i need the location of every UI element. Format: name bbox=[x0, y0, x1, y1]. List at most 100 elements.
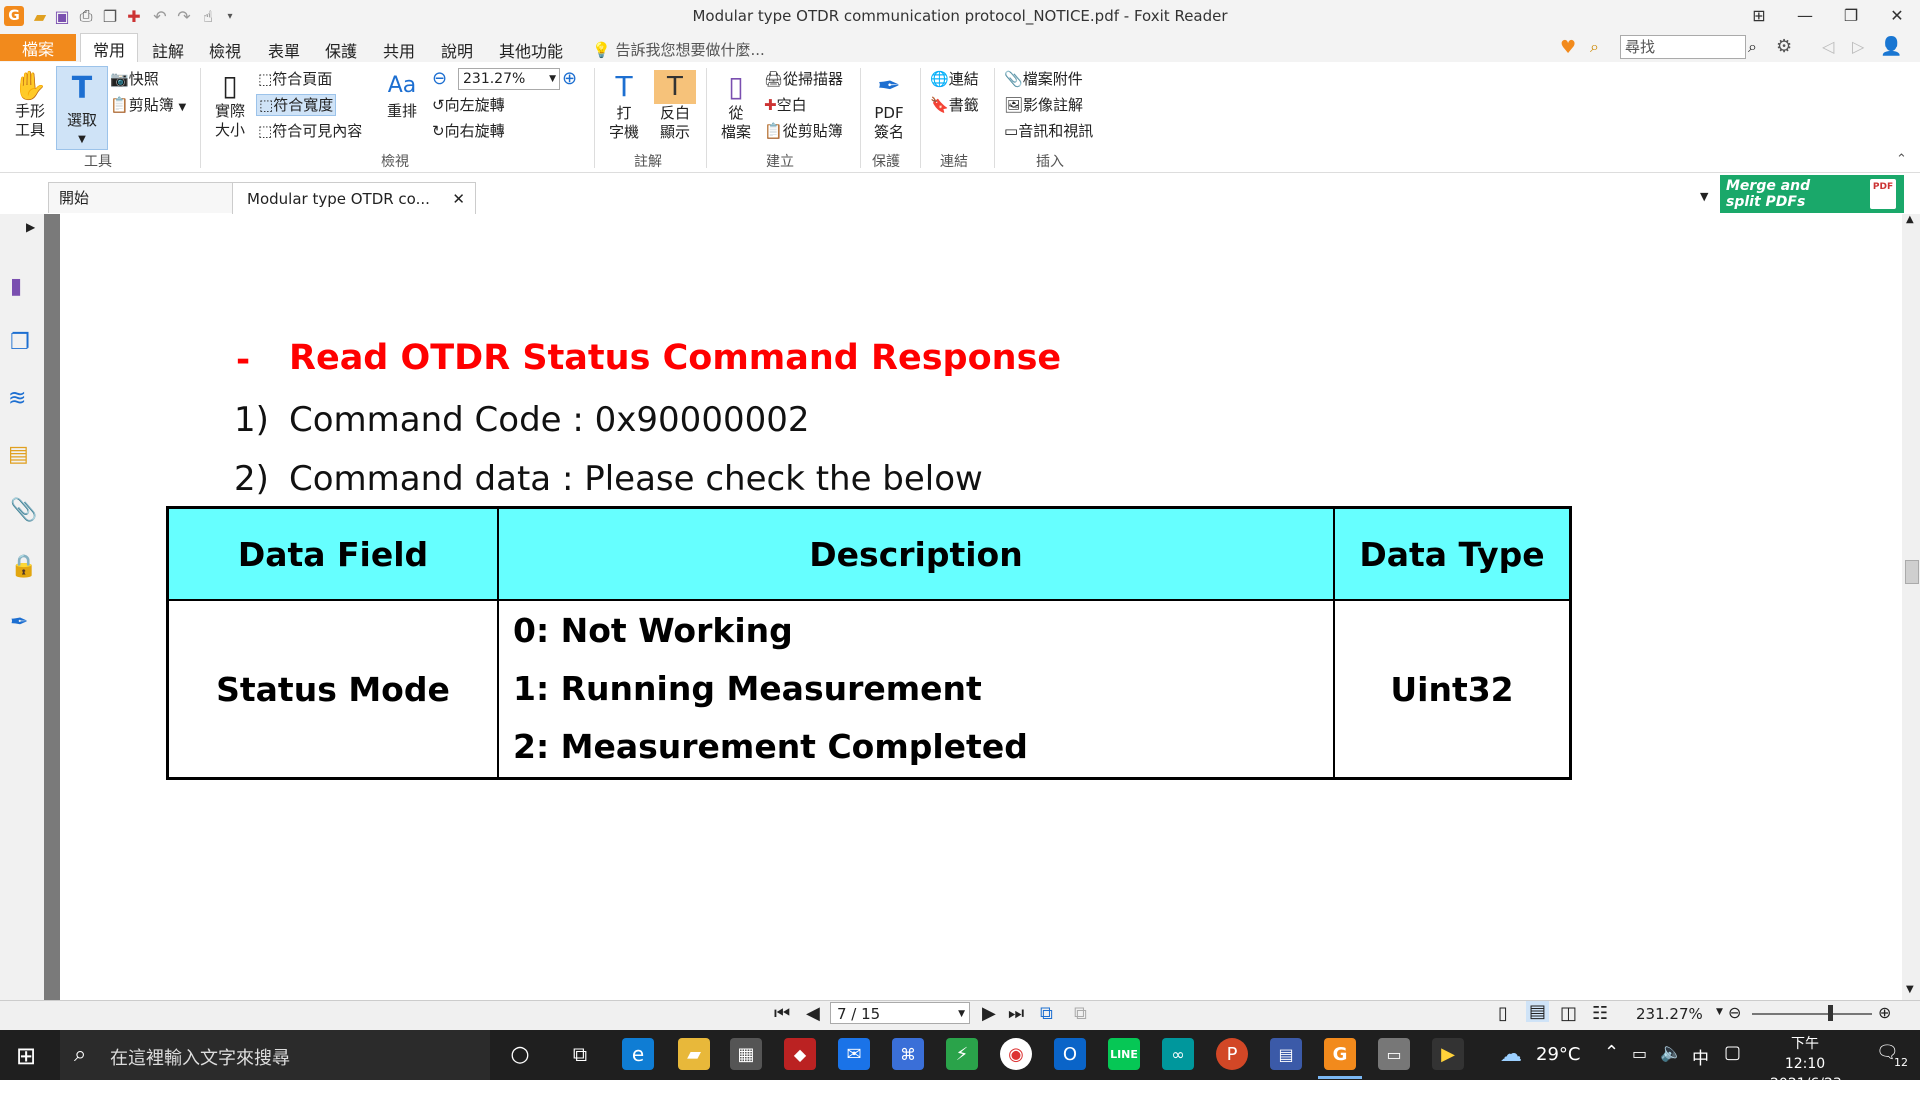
hand-quick-icon[interactable]: ☝ bbox=[198, 6, 218, 26]
task-view-icon[interactable]: ⧉ bbox=[564, 1038, 596, 1070]
menu-file[interactable]: 檔案 bbox=[0, 34, 76, 61]
pdf-sign-button[interactable]: ✒ PDF 簽名 bbox=[866, 68, 912, 142]
menu-form[interactable]: 表單 bbox=[268, 38, 300, 62]
menu-protect[interactable]: 保護 bbox=[325, 38, 357, 62]
powerpoint-icon[interactable]: P bbox=[1216, 1038, 1248, 1070]
menu-home[interactable]: 常用 bbox=[80, 33, 138, 63]
next-view-icon[interactable]: ⧉ bbox=[1074, 1003, 1087, 1024]
menu-share[interactable]: 共用 bbox=[383, 38, 415, 62]
menu-view[interactable]: 檢視 bbox=[209, 38, 241, 62]
zoom-status-value[interactable]: 231.27% bbox=[1636, 1005, 1703, 1023]
zoom-out-small-icon[interactable]: ⊖ bbox=[1728, 1003, 1741, 1022]
page-number-input[interactable]: 7 / 15 ▼ bbox=[830, 1002, 970, 1024]
zoom-select[interactable]: 231.27% ▼ bbox=[458, 68, 560, 90]
bookmark-button[interactable]: 🔖書籤 bbox=[930, 96, 979, 114]
signature-panel-icon[interactable]: ✒ bbox=[10, 610, 28, 635]
tabs-dropdown-icon[interactable]: ▼ bbox=[1700, 190, 1708, 203]
restore-button[interactable]: ❐ bbox=[1828, 0, 1874, 30]
undo-icon[interactable]: ↶ bbox=[150, 6, 170, 26]
fit-width-button[interactable]: ⬚符合寬度 bbox=[256, 94, 337, 116]
clock[interactable]: 下午 12:10 2021/6/23 bbox=[1770, 1034, 1842, 1094]
audio-video-button[interactable]: ▭音訊和視訊 bbox=[1004, 122, 1093, 140]
print-icon[interactable]: ⎙ bbox=[76, 6, 96, 26]
chevron-down-icon[interactable]: ▼ bbox=[1716, 1007, 1723, 1017]
redo-icon[interactable]: ↷ bbox=[174, 6, 194, 26]
vertical-scrollbar[interactable] bbox=[1902, 214, 1920, 1000]
scroll-down-icon[interactable]: ▼ bbox=[1906, 984, 1914, 995]
layers-panel-icon[interactable]: ≋ bbox=[8, 386, 26, 411]
store-icon[interactable]: ▦ bbox=[730, 1038, 762, 1070]
zoom-in-icon[interactable]: ⊕ bbox=[562, 68, 577, 89]
arduino-icon[interactable]: ∞ bbox=[1162, 1038, 1194, 1070]
fit-page-button[interactable]: ⬚符合頁面 bbox=[258, 70, 332, 88]
tell-me-box[interactable]: 💡 告訴我您想要做什麼... bbox=[592, 39, 765, 60]
heart-icon[interactable]: ♥ bbox=[1560, 37, 1576, 58]
fit-visible-button[interactable]: ⬚符合可見內容 bbox=[258, 122, 362, 140]
search-icon[interactable]: ⌕ bbox=[1748, 37, 1757, 57]
network-app-icon[interactable]: ⌘ bbox=[892, 1038, 924, 1070]
edge-icon[interactable]: e bbox=[622, 1038, 654, 1070]
windows-start-icon[interactable]: ⊞ bbox=[16, 1042, 36, 1070]
sync-app-icon[interactable]: ⚡ bbox=[946, 1038, 978, 1070]
menu-help[interactable]: 說明 bbox=[441, 38, 473, 62]
folder-search-icon[interactable]: ⌕ bbox=[1590, 37, 1599, 57]
ime-indicator[interactable]: 中 bbox=[1692, 1044, 1709, 1069]
volume-icon[interactable]: 🔈 bbox=[1660, 1042, 1682, 1063]
ime-mode-icon[interactable]: ▢ bbox=[1724, 1042, 1741, 1063]
attachments-panel-icon[interactable]: 📎 bbox=[10, 498, 37, 523]
foxit-taskbar-icon[interactable]: G bbox=[1324, 1038, 1356, 1070]
image-annot-button[interactable]: 🖼影像註解 bbox=[1004, 96, 1083, 114]
settings-gear-icon[interactable]: ⚙ bbox=[1776, 36, 1792, 57]
select-button[interactable]: T 選取 ▼ bbox=[56, 66, 108, 150]
scroll-up-icon[interactable]: ▲ bbox=[1906, 214, 1914, 225]
continuous-facing-icon[interactable]: ☷ bbox=[1592, 1003, 1608, 1024]
zoom-out-icon[interactable]: ⊖ bbox=[432, 68, 447, 89]
close-button[interactable]: ✕ bbox=[1874, 0, 1920, 30]
save-icon[interactable]: ▣ bbox=[52, 6, 72, 26]
outlook-icon[interactable]: O bbox=[1054, 1038, 1086, 1070]
from-scanner-button[interactable]: 🖨從掃描器 bbox=[764, 70, 843, 88]
single-page-icon[interactable]: ▯ bbox=[1498, 1003, 1508, 1024]
previous-view-icon[interactable]: ⧉ bbox=[1040, 1003, 1053, 1024]
menu-extras[interactable]: 其他功能 bbox=[499, 38, 563, 62]
from-clipboard-button[interactable]: 📋從剪貼簿 bbox=[764, 122, 843, 140]
next-page-icon[interactable]: ▶ bbox=[982, 1003, 996, 1024]
continuous-page-icon[interactable]: ▤ bbox=[1526, 1001, 1550, 1022]
merge-split-banner[interactable]: Merge and split PDFs PDF bbox=[1720, 175, 1904, 213]
rotate-right-button[interactable]: ↻向右旋轉 bbox=[432, 122, 505, 140]
bookmarks-panel-icon[interactable]: ▮ bbox=[10, 274, 22, 299]
actual-size-button[interactable]: ▯ 實際 大小 bbox=[208, 70, 252, 140]
tab-start[interactable]: 開始 bbox=[48, 182, 240, 213]
document-app-icon[interactable]: ▤ bbox=[1270, 1038, 1302, 1070]
copy-icon[interactable]: ❐ bbox=[100, 6, 120, 26]
first-page-icon[interactable]: ⏮ bbox=[774, 1003, 790, 1024]
zoom-slider[interactable] bbox=[1752, 1013, 1872, 1015]
expand-panel-icon[interactable]: ▶ bbox=[26, 220, 35, 234]
open-icon[interactable]: ▰ bbox=[30, 6, 50, 26]
prev-page-icon[interactable]: ◀ bbox=[806, 1003, 820, 1024]
nav-back-icon[interactable]: ◁ bbox=[1822, 37, 1834, 56]
new-icon[interactable]: ✚ bbox=[124, 6, 144, 26]
highlight-button[interactable]: T 反白 顯示 bbox=[654, 70, 696, 142]
snapshot-button[interactable]: 📷快照 bbox=[110, 70, 159, 88]
collapse-ribbon-icon[interactable]: ⌃ bbox=[1896, 152, 1907, 167]
hand-tool-button[interactable]: ✋ 手形 工具 bbox=[8, 70, 52, 140]
ribbon-display-icon[interactable]: ⊞ bbox=[1736, 0, 1782, 30]
zoom-in-small-icon[interactable]: ⊕ bbox=[1878, 1003, 1891, 1022]
last-page-icon[interactable]: ⏭ bbox=[1008, 1003, 1024, 1024]
nav-forward-icon[interactable]: ▷ bbox=[1852, 37, 1864, 56]
blank-button[interactable]: ✚空白 bbox=[764, 96, 807, 114]
from-file-button[interactable]: ▯ 從 檔案 bbox=[716, 70, 756, 142]
search-input[interactable]: 尋找 bbox=[1620, 35, 1746, 59]
security-panel-icon[interactable]: 🔒 bbox=[10, 554, 37, 579]
zoom-slider-thumb[interactable] bbox=[1828, 1005, 1833, 1021]
mail-icon[interactable]: ✉ bbox=[838, 1038, 870, 1070]
line-icon[interactable]: LINE bbox=[1108, 1038, 1140, 1070]
file-explorer-icon[interactable]: ▰ bbox=[678, 1038, 710, 1070]
weather-cloud-icon[interactable]: ☁ bbox=[1500, 1042, 1522, 1067]
battery-icon[interactable]: ▭ bbox=[1632, 1044, 1647, 1063]
cortana-icon[interactable]: ○ bbox=[504, 1038, 536, 1070]
customize-qa-icon[interactable]: ▾ bbox=[220, 6, 240, 26]
reflow-button[interactable]: Aa 重排 bbox=[382, 70, 422, 121]
attachment-button[interactable]: 📎檔案附件 bbox=[1004, 70, 1083, 88]
